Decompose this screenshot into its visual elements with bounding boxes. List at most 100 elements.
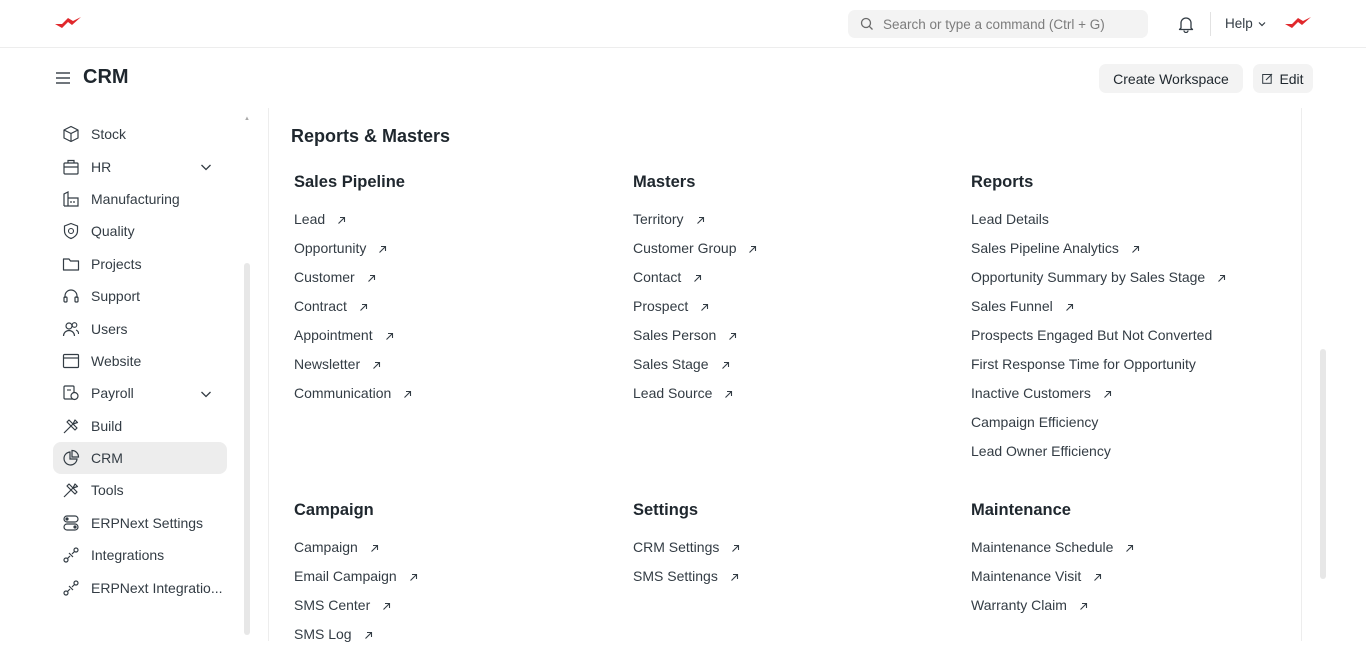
- sidebar-item-erpnext-settings[interactable]: ERPNext Settings: [53, 507, 233, 539]
- link-sales-person[interactable]: Sales Person: [633, 327, 953, 356]
- link-maintenance-visit[interactable]: Maintenance Visit: [971, 568, 1291, 597]
- link-label: Warranty Claim: [971, 597, 1067, 613]
- sidebar-item-quality[interactable]: Quality: [53, 215, 233, 247]
- toggles-icon: [63, 515, 79, 531]
- help-dropdown[interactable]: Help: [1225, 16, 1267, 31]
- sidebar-item-build[interactable]: Build: [53, 410, 233, 442]
- link-first-response-time-for-opportunity[interactable]: First Response Time for Opportunity: [971, 356, 1291, 385]
- sidebar-item-label: Tools: [91, 482, 124, 499]
- link-lead[interactable]: Lead: [294, 211, 614, 240]
- card-reports: Reports Lead Details Sales Pipeline Analyt…: [971, 173, 1291, 472]
- link-label: Customer: [294, 269, 355, 285]
- link-territory[interactable]: Territory: [633, 211, 953, 240]
- link-prospects-engaged-but-not-converted[interactable]: Prospects Engaged But Not Converted: [971, 327, 1291, 356]
- sidebar-item-support[interactable]: Support: [53, 280, 233, 312]
- link-customer-group[interactable]: Customer Group: [633, 240, 953, 269]
- link-label: Sales Funnel: [971, 298, 1053, 314]
- link-label: Lead: [294, 211, 326, 227]
- sidebar-item-erpnext-integratio[interactable]: ERPNext Integratio...: [53, 571, 233, 603]
- sidebar-item-users[interactable]: Users: [53, 312, 233, 344]
- arrow-up-right-icon: [1094, 573, 1102, 581]
- sidebar-item-label: ERPNext Integratio...: [91, 579, 223, 596]
- main-scrollbar[interactable]: [1320, 349, 1326, 579]
- link-opportunity-summary-by-sales-stage[interactable]: Opportunity Summary by Sales Stage: [971, 269, 1291, 298]
- card-title: Maintenance: [971, 501, 1071, 519]
- sidebar-item-hr[interactable]: HR: [53, 150, 233, 182]
- create-workspace-button[interactable]: Create Workspace: [1099, 64, 1243, 93]
- link-communication[interactable]: Communication: [294, 385, 614, 414]
- link-label: Lead Details: [971, 211, 1049, 227]
- card-campaign: Campaign Campaign Email Campaign SMS Center…: [294, 501, 614, 655]
- search-input[interactable]: [883, 16, 1143, 32]
- help-label: Help: [1225, 16, 1253, 31]
- link-label: Territory: [633, 211, 684, 227]
- link-label: Opportunity: [294, 240, 367, 256]
- link-label: Appointment: [294, 327, 373, 343]
- link-label: Prospects Engaged But Not Converted: [971, 327, 1213, 343]
- link-campaign[interactable]: Campaign: [294, 539, 614, 568]
- navbar-divider: [1210, 12, 1211, 36]
- link-crm-settings[interactable]: CRM Settings: [633, 539, 953, 568]
- card-maintenance: Maintenance Maintenance Schedule Maintenan…: [971, 501, 1291, 626]
- sidebar-item-stock[interactable]: Stock: [53, 118, 233, 150]
- sidebar-item-label: Manufacturing: [91, 190, 180, 207]
- sidebar-item-integrations[interactable]: Integrations: [53, 539, 233, 571]
- sidebar-item-tools[interactable]: Tools: [53, 474, 233, 506]
- app-logo-icon[interactable]: [54, 15, 82, 33]
- link-customer[interactable]: Customer: [294, 269, 614, 298]
- arrow-up-right-icon: [370, 544, 378, 552]
- notification-bell-icon[interactable]: [1178, 15, 1194, 33]
- arrow-up-right-icon: [379, 245, 387, 253]
- link-prospect[interactable]: Prospect: [633, 298, 953, 327]
- chevron-down-icon[interactable]: [200, 388, 212, 400]
- link-contract[interactable]: Contract: [294, 298, 614, 327]
- link-contact[interactable]: Contact: [633, 269, 953, 298]
- link-lead-details[interactable]: Lead Details: [971, 211, 1291, 240]
- card-sales-pipeline: Sales Pipeline Lead Opportunity Customer Con…: [294, 173, 614, 414]
- tools-icon: [63, 483, 79, 498]
- card-title: Campaign: [294, 501, 374, 519]
- sidebar-item-website[interactable]: Website: [53, 345, 233, 377]
- link-label: Opportunity Summary by Sales Stage: [971, 269, 1206, 285]
- link-sales-pipeline-analytics[interactable]: Sales Pipeline Analytics: [971, 240, 1291, 269]
- sidebar-item-payroll[interactable]: Payroll: [53, 377, 233, 409]
- sidebar-item-manufacturing[interactable]: Manufacturing: [53, 183, 233, 215]
- arrow-up-right-icon: [373, 361, 381, 369]
- link-label: SMS Settings: [633, 568, 718, 584]
- sidebar-item-projects[interactable]: Projects: [53, 248, 233, 280]
- link-sales-stage[interactable]: Sales Stage: [633, 356, 953, 385]
- link-warranty-claim[interactable]: Warranty Claim: [971, 597, 1291, 626]
- edit-button[interactable]: Edit: [1253, 64, 1313, 93]
- link-label: Maintenance Schedule: [971, 539, 1114, 555]
- link-sms-center[interactable]: SMS Center: [294, 597, 614, 626]
- card-title: Settings: [633, 501, 699, 519]
- link-maintenance-schedule[interactable]: Maintenance Schedule: [971, 539, 1291, 568]
- user-avatar[interactable]: [1284, 15, 1312, 33]
- card-settings: Settings CRM Settings SMS Settings: [633, 501, 953, 597]
- link-newsletter[interactable]: Newsletter: [294, 356, 614, 385]
- link-sms-settings[interactable]: SMS Settings: [633, 568, 953, 597]
- link-sales-funnel[interactable]: Sales Funnel: [971, 298, 1291, 327]
- sidebar-scroll-up-icon[interactable]: ▲: [244, 116, 250, 122]
- folder-icon: [62, 258, 80, 271]
- arrow-up-right-icon: [694, 274, 702, 282]
- link-opportunity[interactable]: Opportunity: [294, 240, 614, 269]
- chevron-down-icon[interactable]: [200, 161, 212, 173]
- sidebar-toggle-icon[interactable]: [55, 70, 71, 86]
- arrow-up-right-icon: [1131, 245, 1139, 253]
- edit-label: Edit: [1279, 70, 1304, 87]
- link-label: Lead Owner Efficiency: [971, 443, 1111, 459]
- link-email-campaign[interactable]: Email Campaign: [294, 568, 614, 597]
- search-icon: [860, 17, 873, 30]
- link-lead-source[interactable]: Lead Source: [633, 385, 953, 414]
- sidebar-item-crm[interactable]: CRM: [53, 441, 227, 475]
- link-inactive-customers[interactable]: Inactive Customers: [971, 385, 1291, 414]
- users-icon: [62, 321, 80, 336]
- search-bar[interactable]: [848, 10, 1148, 38]
- sidebar-item-label: Stock: [91, 126, 127, 143]
- link-appointment[interactable]: Appointment: [294, 327, 614, 356]
- link-campaign-efficiency[interactable]: Campaign Efficiency: [971, 414, 1291, 443]
- link-lead-owner-efficiency[interactable]: Lead Owner Efficiency: [971, 443, 1291, 472]
- link-label: Inactive Customers: [971, 385, 1091, 401]
- sidebar-scrollbar[interactable]: [244, 263, 250, 635]
